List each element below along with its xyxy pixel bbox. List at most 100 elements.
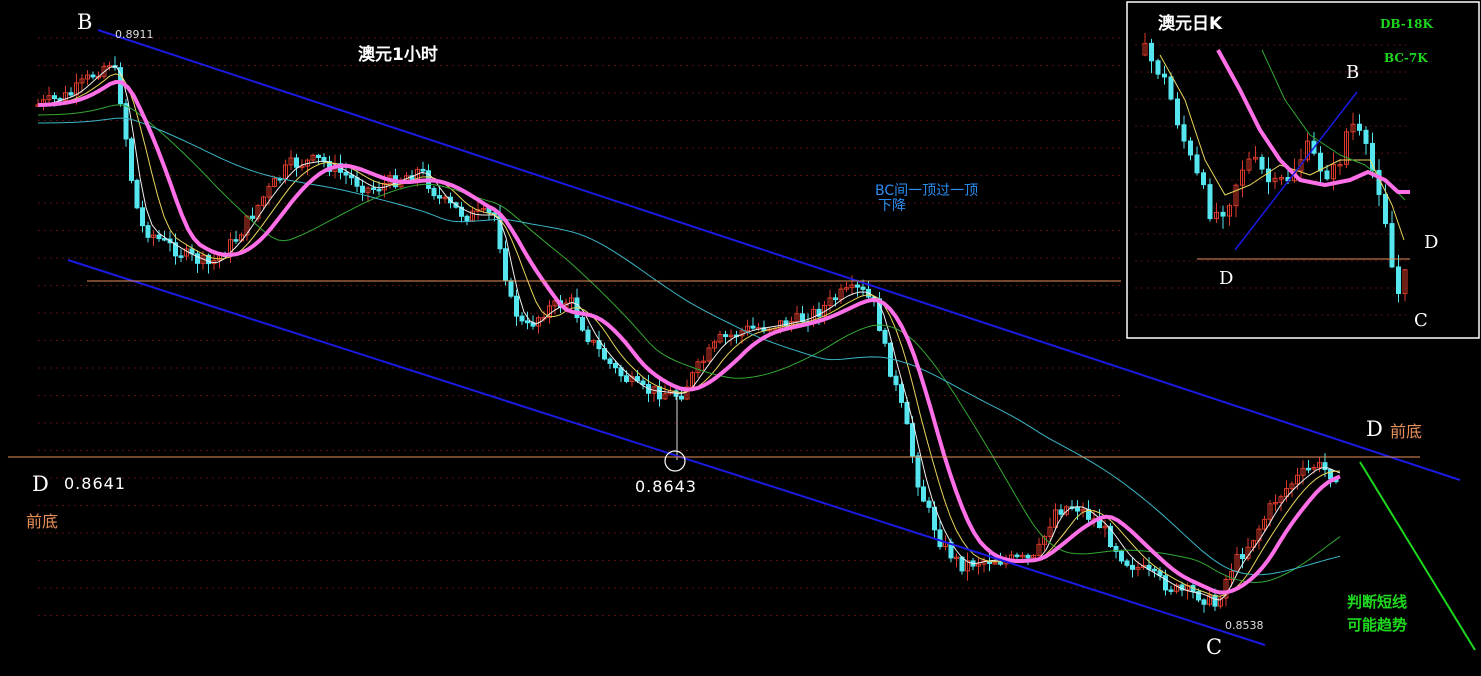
chart-canvas	[8, 1, 1480, 651]
inset-point-d1: D	[1219, 268, 1234, 289]
candle-bear	[508, 280, 514, 297]
point-c-label: C	[1206, 635, 1223, 659]
main-chart-title: 澳元1小时	[358, 45, 438, 65]
candle-bear	[657, 386, 662, 400]
inset-candle-bear	[1162, 73, 1167, 78]
candle-bear	[893, 375, 899, 386]
candle-bear	[156, 234, 162, 240]
candle-bear	[602, 348, 607, 360]
inset-legend-bc: BC-7K	[1384, 51, 1428, 65]
forecast-line2: 可能趋势	[1347, 616, 1408, 634]
candle-bear	[833, 297, 838, 301]
candle-bear	[371, 187, 376, 190]
inset-candle-bear	[1259, 156, 1265, 170]
candle-bear	[888, 342, 893, 377]
candle-bear	[1306, 467, 1311, 471]
candle-bear	[1212, 594, 1218, 607]
candle-bear	[783, 320, 789, 327]
candle-bear	[140, 207, 145, 227]
inset-candle-bear	[1201, 172, 1206, 186]
candle-bear	[145, 225, 151, 238]
note-line2: 下降	[878, 198, 906, 214]
candle-bear	[354, 177, 360, 187]
right-d-label: D	[1366, 417, 1383, 441]
inset-candle-bear	[1168, 76, 1174, 100]
candle-bear	[937, 529, 943, 548]
candle-bear	[580, 317, 585, 331]
inset-point-d2: D	[1424, 232, 1439, 253]
inset-legend-db: DB-18K	[1380, 17, 1433, 31]
candle-bear	[514, 295, 519, 317]
candle-bear	[129, 138, 134, 181]
forecast-line1: 判断短线	[1347, 593, 1408, 611]
candle-bear	[123, 103, 129, 140]
high-value-label: 0.8911	[115, 28, 154, 41]
candle-bear	[585, 329, 591, 342]
candle-bear	[250, 215, 255, 219]
left-d-label: D	[32, 472, 49, 496]
point-b-label: B	[77, 10, 93, 34]
inset-candle-bear	[1175, 98, 1180, 126]
inset-point-c: C	[1414, 310, 1428, 331]
inset-candle-bear	[1383, 193, 1388, 225]
candle-bear	[910, 423, 915, 457]
candle-bear	[926, 500, 932, 508]
candle-bear	[1075, 507, 1080, 512]
candle-bear	[233, 239, 239, 242]
candle-bear	[503, 248, 508, 282]
candle-bear	[1119, 550, 1124, 562]
inset-candle-bear	[1389, 223, 1395, 268]
inset-candle-bear	[1324, 170, 1330, 180]
candle-bear	[431, 187, 437, 197]
candle-bear	[437, 195, 442, 199]
candle-bear	[376, 188, 382, 192]
left-prior-bottom-label: 前底	[26, 512, 59, 531]
touch-circle	[664, 450, 686, 472]
inset-point-b: B	[1346, 62, 1360, 83]
inset-title: 澳元日K	[1158, 14, 1223, 34]
inset-candle-bear	[1149, 42, 1154, 62]
candle-bear	[195, 253, 200, 264]
inset-candle-bear	[1188, 140, 1193, 156]
candle-bear	[1168, 589, 1174, 592]
candle-bear	[1152, 568, 1157, 572]
candle-bear	[613, 362, 618, 369]
candle-bear	[899, 384, 904, 403]
inset-candle-bear	[1220, 211, 1226, 217]
candle-bear	[624, 375, 629, 382]
candle-bear	[855, 284, 860, 288]
inset-candle-bear	[1396, 266, 1401, 294]
inset-candle-bear	[1357, 123, 1362, 131]
channel-lower-line	[67, 259, 1266, 646]
candle-bear	[1240, 554, 1245, 560]
candle-bear	[343, 171, 349, 176]
low-value-label: 0.8538	[1225, 619, 1264, 632]
candle-bear	[1014, 554, 1020, 558]
inset-candle-bear	[1376, 169, 1382, 195]
candle-bear	[1201, 599, 1207, 605]
candle-bear	[679, 395, 684, 400]
candle-bear	[915, 455, 921, 488]
inset-candle-bear	[1155, 60, 1161, 75]
candle-bear	[420, 168, 426, 172]
candle-bear	[464, 215, 470, 222]
grid-lines	[38, 37, 1120, 616]
touch-value-label: 0.8643	[635, 477, 697, 496]
inset-candle-bear	[1181, 124, 1187, 142]
candle-bear	[294, 157, 299, 168]
candle-bear	[90, 74, 96, 78]
candle-bear	[860, 286, 866, 290]
candle-bear	[750, 325, 756, 329]
inset-candle-bear	[1194, 154, 1200, 174]
candle-bear	[360, 185, 365, 193]
candle-bear	[316, 154, 321, 159]
inset-candle-bear	[1363, 129, 1369, 144]
candle-bear	[1058, 509, 1064, 515]
candle-bear	[525, 320, 530, 324]
candle-bear	[1322, 462, 1328, 471]
inset-candle-bear	[1207, 184, 1213, 220]
candle-bear	[68, 92, 74, 96]
candle-bear	[134, 179, 140, 209]
candle-bear	[1328, 469, 1333, 480]
left-d-value: 0.8641	[64, 474, 126, 493]
